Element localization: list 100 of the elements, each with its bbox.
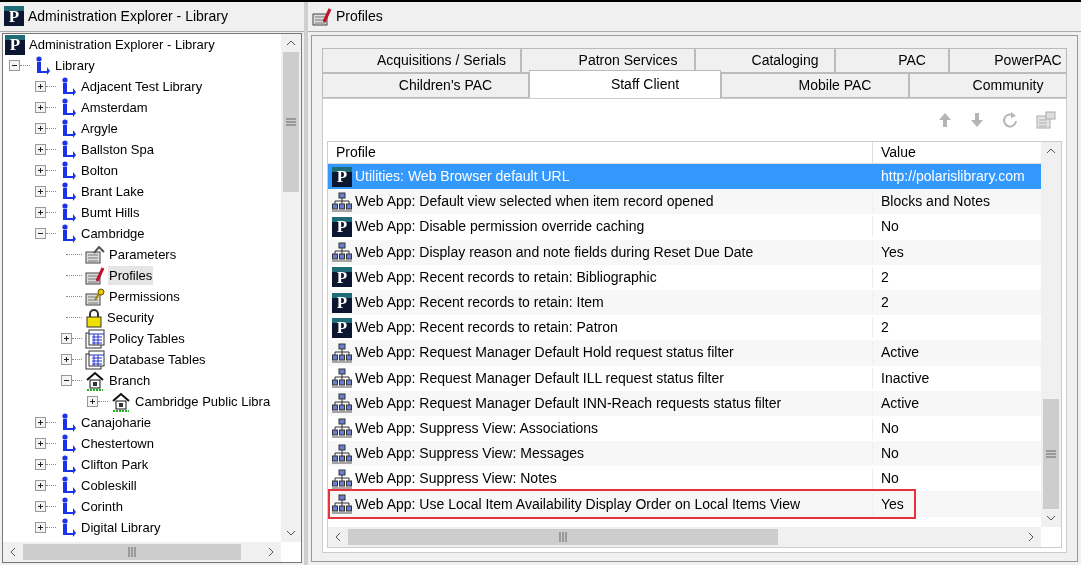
- expand-icon[interactable]: [61, 333, 72, 344]
- expand-icon[interactable]: [35, 459, 46, 470]
- scroll-thumb[interactable]: [23, 544, 241, 560]
- tree-item[interactable]: Canajoharie: [80, 412, 153, 433]
- person-icon: [59, 223, 77, 244]
- vertical-scrollbar[interactable]: [281, 34, 301, 542]
- tab[interactable]: Children's PAC: [322, 73, 529, 98]
- expand-icon[interactable]: [87, 396, 98, 407]
- profile-value: Yes: [881, 243, 904, 260]
- tree-item[interactable]: Corinth: [80, 496, 124, 517]
- expand-icon[interactable]: [35, 207, 46, 218]
- expand-icon[interactable]: [35, 123, 46, 134]
- ledger-key-icon: [85, 287, 105, 306]
- horizontal-scrollbar[interactable]: [328, 527, 1041, 547]
- tab[interactable]: Mobile PAC: [721, 73, 909, 98]
- person-icon: [59, 160, 77, 181]
- collapse-icon[interactable]: [35, 228, 46, 239]
- table-row[interactable]: Web App: Request Manager Default INN-Reach requests status filter Active: [328, 390, 1041, 416]
- expand-icon[interactable]: [35, 165, 46, 176]
- tree-item[interactable]: Amsterdam: [80, 97, 149, 118]
- tree-item[interactable]: Cobleskill: [80, 475, 138, 496]
- scroll-thumb[interactable]: [348, 529, 778, 545]
- person-icon: [59, 139, 77, 160]
- table-row[interactable]: Web App: Use Local Item Availability Display Order on Local Items View Yes: [328, 491, 1041, 517]
- tree-item[interactable]: Cambridge Public Libra: [134, 391, 272, 412]
- logo-icon: P: [332, 317, 352, 338]
- profile-value: 2: [881, 294, 889, 311]
- profile-name: Web App: Suppress View: Notes: [355, 469, 557, 489]
- logo-icon: P: [332, 267, 352, 288]
- ledger-pencil-icon: [312, 7, 332, 26]
- expand-icon[interactable]: [61, 354, 72, 365]
- profile-name: Web App: Disable permission override caching: [355, 217, 645, 237]
- person-icon: [59, 76, 77, 97]
- network-icon: [332, 393, 352, 414]
- table-row[interactable]: P Utilities: Web Browser default URL http://polarislibrary.com: [328, 164, 1041, 190]
- tree-item[interactable]: Policy Tables: [108, 328, 186, 349]
- tree-item[interactable]: Brant Lake: [80, 181, 145, 202]
- profile-value: Inactive: [881, 369, 930, 386]
- tree-item[interactable]: Cambridge: [80, 223, 146, 244]
- logo-icon: P: [332, 292, 352, 313]
- profile-value: 2: [881, 319, 889, 336]
- expand-icon[interactable]: [35, 501, 46, 512]
- scroll-thumb[interactable]: [283, 52, 299, 192]
- pane-title: Profiles: [336, 7, 383, 26]
- expand-icon[interactable]: [35, 480, 46, 491]
- padlock-icon: [85, 307, 103, 328]
- tree-item[interactable]: Library: [54, 55, 96, 76]
- expand-icon[interactable]: [35, 102, 46, 113]
- tree-item[interactable]: Permissions: [108, 286, 181, 307]
- tree-item[interactable]: Administration Explorer - Library: [28, 34, 216, 55]
- tree-item[interactable]: Argyle: [80, 118, 119, 139]
- tree-item[interactable]: Parameters: [108, 244, 178, 265]
- calendar-grid-icon: [85, 328, 105, 349]
- tab[interactable]: Cataloging: [695, 48, 835, 73]
- pane-title: Administration Explorer - Library: [28, 7, 228, 26]
- expand-icon[interactable]: [35, 144, 46, 155]
- tree-item[interactable]: Chestertown: [80, 433, 155, 454]
- horizontal-scrollbar[interactable]: [3, 542, 281, 562]
- tree-item[interactable]: Digital Library: [80, 517, 162, 538]
- tree-item[interactable]: Adjacent Test Library: [80, 76, 204, 97]
- expand-icon[interactable]: [35, 438, 46, 449]
- tree-item[interactable]: Profiles: [108, 265, 154, 286]
- profile-value: No: [881, 218, 899, 235]
- tree-item[interactable]: Database Tables: [108, 349, 207, 370]
- column-header[interactable]: Profile: [328, 142, 873, 163]
- tree-item[interactable]: Security: [106, 307, 155, 328]
- vertical-scrollbar[interactable]: [1041, 142, 1061, 527]
- logo-icon: P: [5, 34, 25, 55]
- expand-icon[interactable]: [35, 186, 46, 197]
- table-row[interactable]: Web App: Request Manager Default Hold request status filter Active: [328, 340, 1041, 366]
- table-row[interactable]: Web App: Display reason and note fields during Reset Due Date Yes: [328, 239, 1041, 265]
- expand-icon[interactable]: [35, 81, 46, 92]
- person-icon: [59, 118, 77, 139]
- tab[interactable]: Community: [909, 73, 1067, 98]
- tree-item[interactable]: Bumt Hills: [80, 202, 141, 223]
- column-header[interactable]: Value: [873, 142, 1041, 163]
- expand-icon[interactable]: [35, 522, 46, 533]
- person-icon: [59, 412, 77, 433]
- tab[interactable]: Staff Client: [529, 70, 721, 98]
- table-row[interactable]: Web App: Suppress View: Messages No: [328, 441, 1041, 467]
- collapse-icon[interactable]: [61, 375, 72, 386]
- network-icon: [332, 468, 352, 489]
- tree-item[interactable]: Ballston Spa: [80, 139, 155, 160]
- table-row[interactable]: Web App: Default view selected when item record opened Blocks and Notes: [328, 189, 1041, 215]
- tab[interactable]: PAC: [835, 48, 949, 73]
- tab[interactable]: Acquisitions / Serials: [322, 48, 521, 73]
- scroll-thumb[interactable]: [1043, 399, 1059, 509]
- expand-icon[interactable]: [35, 417, 46, 428]
- tree-item[interactable]: Branch: [108, 370, 152, 391]
- house-icon: [85, 370, 105, 391]
- network-icon: [332, 418, 352, 439]
- tab[interactable]: PowerPAC: [949, 48, 1067, 73]
- tree-item[interactable]: Bolton: [80, 160, 119, 181]
- person-icon: [59, 97, 77, 118]
- ledger-pencil-icon: [85, 266, 105, 285]
- profile-value: Blocks and Notes: [881, 193, 990, 210]
- collapse-icon[interactable]: [9, 60, 20, 71]
- house-icon: [111, 391, 131, 412]
- tree-item[interactable]: Clifton Park: [80, 454, 150, 475]
- table-row[interactable]: P Web App: Recent records to retain: Item 2: [328, 289, 1041, 316]
